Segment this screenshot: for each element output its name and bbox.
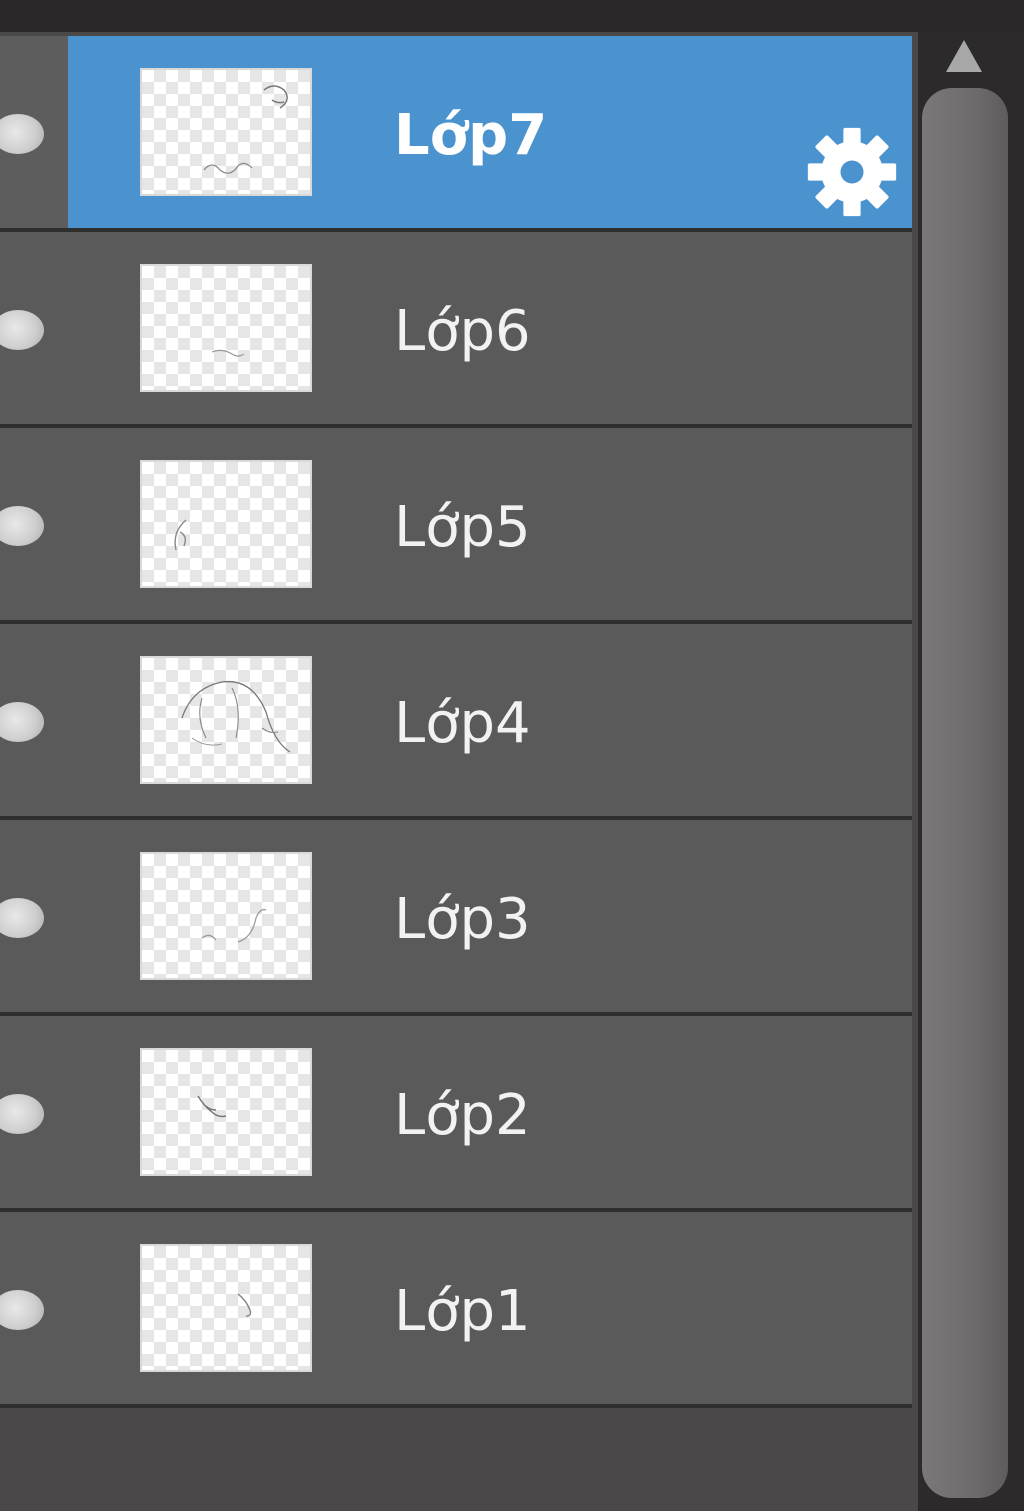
visibility-dot-icon[interactable]	[0, 898, 44, 938]
layer-thumbnail	[140, 264, 312, 392]
panel-top-bar	[0, 0, 1024, 32]
layer-name: Lớp3	[394, 887, 531, 952]
layer-thumbnail	[140, 1048, 312, 1176]
layer-row-6[interactable]: Lớp6	[0, 232, 912, 428]
layer-name: Lớp7	[394, 103, 548, 168]
layer-row-7[interactable]: Lớp7	[0, 36, 912, 232]
layers-panel: Lớp7 Lớp6 Lớp5 Lớp4 Lớp3 Lớp2 Lớp1	[0, 32, 918, 1511]
layer-thumbnail	[140, 852, 312, 980]
layer-thumbnail	[140, 1244, 312, 1372]
layer-thumbnail	[140, 656, 312, 784]
layer-row-4[interactable]: Lớp4	[0, 624, 912, 820]
layer-row-2[interactable]: Lớp2	[0, 1016, 912, 1212]
layer-row-5[interactable]: Lớp5	[0, 428, 912, 624]
visibility-dot-icon[interactable]	[0, 1094, 44, 1134]
visibility-dot-icon[interactable]	[0, 310, 44, 350]
layer-thumbnail	[140, 460, 312, 588]
layer-name: Lớp6	[394, 299, 531, 364]
layer-name: Lớp2	[394, 1083, 531, 1148]
visibility-dot-icon[interactable]	[0, 1290, 44, 1330]
layer-name: Lớp4	[394, 691, 531, 756]
triangle-up-icon[interactable]	[944, 38, 984, 74]
scrollbar-thumb[interactable]	[922, 88, 1008, 1498]
gear-icon[interactable]	[804, 124, 900, 220]
layer-name: Lớp5	[394, 495, 531, 560]
visibility-dot-icon[interactable]	[0, 702, 44, 742]
layer-name: Lớp1	[394, 1279, 531, 1344]
layer-thumbnail	[140, 68, 312, 196]
visibility-dot-icon[interactable]	[0, 506, 44, 546]
layer-row-1[interactable]: Lớp1	[0, 1212, 912, 1408]
layer-row-3[interactable]: Lớp3	[0, 820, 912, 1016]
